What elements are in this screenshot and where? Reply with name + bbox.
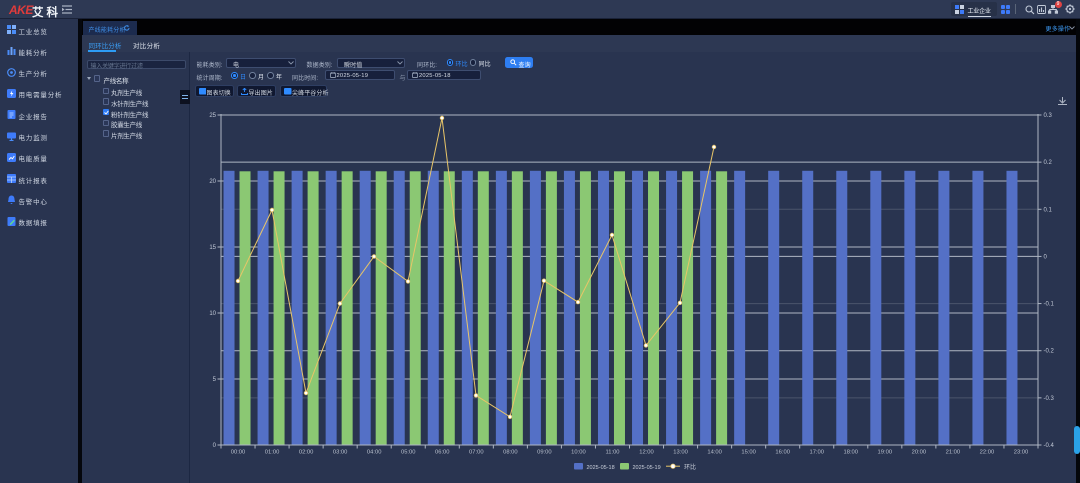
svg-text:19:00: 19:00: [878, 450, 893, 456]
svg-text:5: 5: [213, 377, 217, 383]
svg-text:06:00: 06:00: [435, 450, 450, 456]
svg-text:11:00: 11:00: [605, 450, 619, 456]
svg-text:10: 10: [209, 311, 216, 317]
svg-text:05:00: 05:00: [401, 450, 416, 456]
svg-text:14:00: 14:00: [707, 450, 722, 456]
svg-text:2025-05-18: 2025-05-18: [587, 465, 615, 471]
svg-text:0: 0: [1044, 254, 1048, 260]
svg-text:00:00: 00:00: [231, 450, 246, 456]
svg-text:04:00: 04:00: [367, 450, 382, 456]
svg-text:03:00: 03:00: [333, 450, 348, 456]
svg-text:2025-05-19: 2025-05-19: [633, 465, 661, 471]
svg-text:18:00: 18:00: [844, 450, 859, 456]
svg-text:25: 25: [209, 113, 216, 119]
svg-text:-0.1: -0.1: [1044, 302, 1055, 308]
svg-text:23:00: 23:00: [1014, 450, 1029, 456]
svg-text:0.3: 0.3: [1044, 113, 1053, 119]
svg-text:-0.4: -0.4: [1044, 443, 1055, 449]
svg-text:01:00: 01:00: [265, 450, 280, 456]
svg-text:0.2: 0.2: [1044, 160, 1053, 166]
svg-text:20:00: 20:00: [912, 450, 927, 456]
svg-text:13:00: 13:00: [673, 450, 688, 456]
svg-text:09:00: 09:00: [537, 450, 552, 456]
svg-text:17:00: 17:00: [809, 450, 824, 456]
svg-text:21:00: 21:00: [946, 450, 961, 456]
svg-text:12:00: 12:00: [639, 450, 654, 456]
svg-text:0.1: 0.1: [1044, 207, 1053, 213]
svg-text:-0.3: -0.3: [1044, 396, 1055, 402]
svg-text:15:00: 15:00: [741, 450, 756, 456]
svg-text:-0.2: -0.2: [1044, 349, 1055, 355]
svg-text:环比: 环比: [684, 463, 696, 471]
svg-text:02:00: 02:00: [299, 450, 314, 456]
svg-text:10:00: 10:00: [571, 450, 586, 456]
svg-text:20: 20: [209, 179, 216, 185]
svg-text:15: 15: [209, 245, 216, 251]
svg-text:0: 0: [213, 443, 217, 449]
svg-text:16:00: 16:00: [775, 450, 790, 456]
svg-text:22:00: 22:00: [980, 450, 995, 456]
svg-text:07:00: 07:00: [469, 450, 484, 456]
svg-text:08:00: 08:00: [503, 450, 518, 456]
